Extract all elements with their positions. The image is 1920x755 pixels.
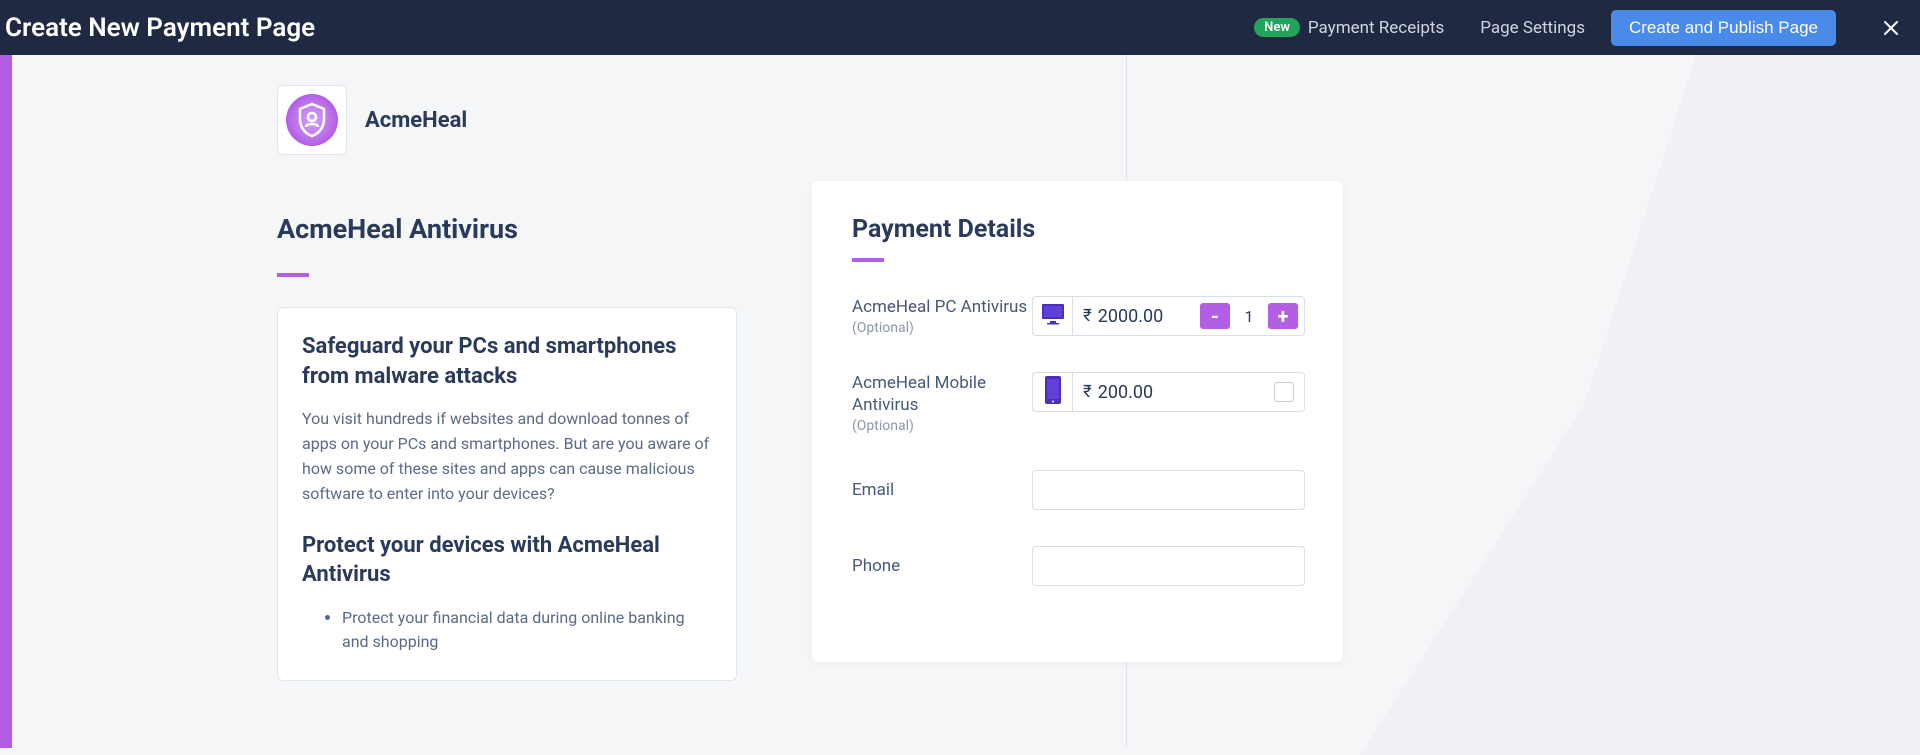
currency-symbol-pc: ₹ [1083,306,1092,326]
desc-heading-2: Protect your devices with AcmeHeal Antiv… [302,531,712,590]
desc-paragraph-1: You visit hundreds if websites and downl… [302,407,712,506]
close-icon [1883,20,1899,36]
page-settings-label: Page Settings [1480,18,1585,38]
currency-symbol-mobile: ₹ [1083,382,1092,402]
description-section: AcmeHeal Antivirus Safeguard your PCs an… [277,213,747,681]
qty-decrement-button[interactable]: - [1200,303,1230,329]
section-title[interactable]: AcmeHeal Antivirus [277,213,747,245]
item-control-pc: ₹ 2000.00 - 1 + [1032,296,1305,336]
phone-label: Phone [852,556,1032,576]
pc-thumb [1033,296,1073,336]
phone-input[interactable] [1032,546,1305,586]
email-input[interactable] [1032,470,1305,510]
desc-bullet-1: Protect your financial data during onlin… [342,606,712,654]
payment-title: Payment Details [852,215,1305,244]
item-label-mobile: AcmeHeal Mobile Antivirus (Optional) [852,372,1032,434]
price-mobile: 200.00 [1098,382,1274,403]
item-optional-pc: (Optional) [852,320,1032,336]
page-settings-link[interactable]: Page Settings [1470,12,1595,44]
monitor-icon [1039,300,1067,332]
item-name-mobile: AcmeHeal Mobile Antivirus [852,372,1032,416]
title-underline [277,273,309,277]
qty-increment-button[interactable]: + [1268,303,1298,329]
brand-name[interactable]: AcmeHeal [365,108,467,133]
payment-details-panel: Payment Details AcmeHeal PC Antivirus (O… [812,181,1343,662]
phone-icon [1042,375,1064,409]
new-badge: New [1254,18,1300,37]
payment-receipts-link[interactable]: New Payment Receipts [1244,12,1454,44]
item-control-mobile: ₹ 200.00 [1032,372,1305,412]
line-item-mobile: AcmeHeal Mobile Antivirus (Optional) ₹ 2… [852,372,1305,434]
phone-row: Phone [852,546,1305,586]
item-label-pc: AcmeHeal PC Antivirus (Optional) [852,296,1032,336]
description-card[interactable]: Safeguard your PCs and smartphones from … [277,307,737,681]
desc-heading-1: Safeguard your PCs and smartphones from … [302,332,712,391]
item-name-pc: AcmeHeal PC Antivirus [852,296,1032,318]
payment-receipts-label: Payment Receipts [1308,18,1444,38]
left-accent-edge [0,55,12,748]
payment-underline [852,258,884,262]
select-mobile-checkbox[interactable] [1274,382,1294,402]
close-button[interactable] [1880,17,1902,39]
qty-value: 1 [1236,307,1262,326]
mobile-thumb [1033,372,1073,412]
shield-user-icon [286,94,338,146]
top-header: Create New Payment Page New Payment Rece… [0,0,1920,55]
page-canvas: AcmeHeal AcmeHeal Antivirus Safeguard yo… [12,55,1920,748]
email-label: Email [852,480,1032,500]
price-pc: 2000.00 [1098,306,1200,327]
quantity-stepper-pc: - 1 + [1200,303,1298,329]
email-row: Email [852,470,1305,510]
line-item-pc: AcmeHeal PC Antivirus (Optional) ₹ 2 [852,296,1305,336]
brand-logo-tile[interactable] [277,85,347,155]
brand-block: AcmeHeal [277,85,467,155]
create-publish-button[interactable]: Create and Publish Page [1611,10,1836,46]
page-title: Create New Payment Page [5,13,315,43]
item-optional-mobile: (Optional) [852,418,1032,434]
